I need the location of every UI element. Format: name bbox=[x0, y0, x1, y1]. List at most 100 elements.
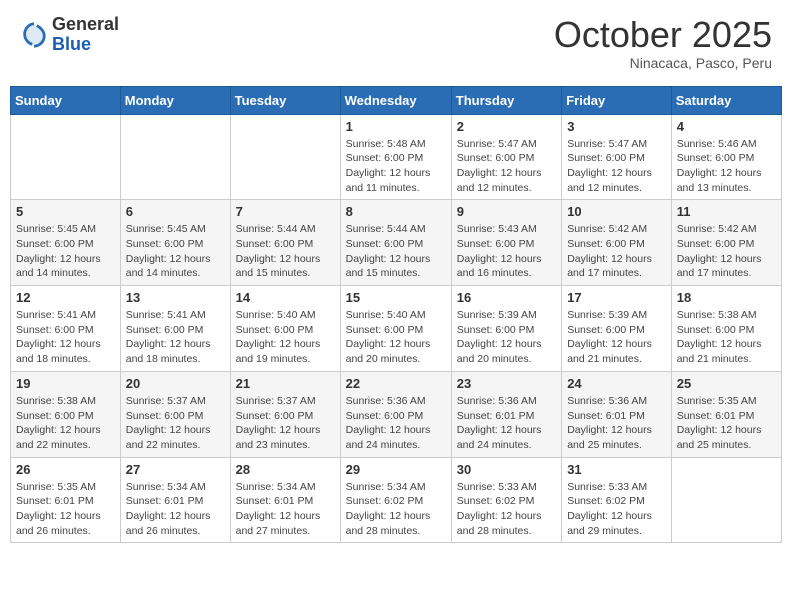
day-info: Sunrise: 5:34 AM Sunset: 6:01 PM Dayligh… bbox=[126, 480, 225, 539]
calendar-cell: 13 Sunrise: 5:41 AM Sunset: 6:00 PM Dayli… bbox=[120, 286, 230, 372]
day-number: 12 bbox=[16, 290, 115, 305]
weekday-header-tuesday: Tuesday bbox=[230, 86, 340, 114]
logo-blue-text: Blue bbox=[52, 35, 119, 55]
day-number: 21 bbox=[236, 376, 335, 391]
day-info: Sunrise: 5:34 AM Sunset: 6:01 PM Dayligh… bbox=[236, 480, 335, 539]
calendar-cell: 14 Sunrise: 5:40 AM Sunset: 6:00 PM Dayli… bbox=[230, 286, 340, 372]
calendar-cell bbox=[120, 114, 230, 200]
calendar-week-row: 19 Sunrise: 5:38 AM Sunset: 6:00 PM Dayli… bbox=[11, 371, 782, 457]
day-info: Sunrise: 5:40 AM Sunset: 6:00 PM Dayligh… bbox=[236, 308, 335, 367]
calendar-cell bbox=[671, 457, 781, 543]
calendar-cell: 18Sunrise: 5:38 AM Sunset: 6:00 PM Dayli… bbox=[671, 286, 781, 372]
calendar-cell: 27 Sunrise: 5:34 AM Sunset: 6:01 PM Dayli… bbox=[120, 457, 230, 543]
calendar-week-row: 5 Sunrise: 5:45 AM Sunset: 6:00 PM Daylig… bbox=[11, 200, 782, 286]
calendar-cell: 9 Sunrise: 5:43 AM Sunset: 6:00 PM Daylig… bbox=[451, 200, 561, 286]
day-number: 5 bbox=[16, 204, 115, 219]
day-number: 17 bbox=[567, 290, 666, 305]
logo: General Blue bbox=[20, 15, 119, 55]
day-info: Sunrise: 5:35 AM Sunset: 6:01 PM Dayligh… bbox=[677, 394, 776, 453]
calendar-table: SundayMondayTuesdayWednesdayThursdayFrid… bbox=[10, 86, 782, 544]
calendar-cell: 16Sunrise: 5:39 AM Sunset: 6:00 PM Dayli… bbox=[451, 286, 561, 372]
day-info: Sunrise: 5:36 AM Sunset: 6:01 PM Dayligh… bbox=[457, 394, 556, 453]
day-number: 15 bbox=[346, 290, 446, 305]
calendar-cell: 21 Sunrise: 5:37 AM Sunset: 6:00 PM Dayli… bbox=[230, 371, 340, 457]
day-number: 1 bbox=[346, 119, 446, 134]
calendar-cell: 25Sunrise: 5:35 AM Sunset: 6:01 PM Dayli… bbox=[671, 371, 781, 457]
day-number: 2 bbox=[457, 119, 556, 134]
day-number: 13 bbox=[126, 290, 225, 305]
day-number: 8 bbox=[346, 204, 446, 219]
day-info: Sunrise: 5:36 AM Sunset: 6:00 PM Dayligh… bbox=[346, 394, 446, 453]
calendar-cell: 29Sunrise: 5:34 AM Sunset: 6:02 PM Dayli… bbox=[340, 457, 451, 543]
day-number: 23 bbox=[457, 376, 556, 391]
day-number: 19 bbox=[16, 376, 115, 391]
day-number: 7 bbox=[236, 204, 335, 219]
day-info: Sunrise: 5:47 AM Sunset: 6:00 PM Dayligh… bbox=[457, 137, 556, 196]
calendar-cell: 31Sunrise: 5:33 AM Sunset: 6:02 PM Dayli… bbox=[562, 457, 672, 543]
day-number: 6 bbox=[126, 204, 225, 219]
calendar-cell: 6 Sunrise: 5:45 AM Sunset: 6:00 PM Daylig… bbox=[120, 200, 230, 286]
calendar-cell: 1 Sunrise: 5:48 AM Sunset: 6:00 PM Daylig… bbox=[340, 114, 451, 200]
calendar-cell: 4 Sunrise: 5:46 AM Sunset: 6:00 PM Daylig… bbox=[671, 114, 781, 200]
calendar-cell: 5Sunrise: 5:45 AM Sunset: 6:00 PM Daylig… bbox=[11, 200, 121, 286]
calendar-cell: 8 Sunrise: 5:44 AM Sunset: 6:00 PM Daylig… bbox=[340, 200, 451, 286]
calendar-cell: 20Sunrise: 5:37 AM Sunset: 6:00 PM Dayli… bbox=[120, 371, 230, 457]
logo-text: General Blue bbox=[52, 15, 119, 55]
calendar-cell: 28Sunrise: 5:34 AM Sunset: 6:01 PM Dayli… bbox=[230, 457, 340, 543]
calendar-cell: 19 Sunrise: 5:38 AM Sunset: 6:00 PM Dayli… bbox=[11, 371, 121, 457]
day-number: 20 bbox=[126, 376, 225, 391]
calendar-cell: 17 Sunrise: 5:39 AM Sunset: 6:00 PM Dayli… bbox=[562, 286, 672, 372]
day-info: Sunrise: 5:38 AM Sunset: 6:00 PM Dayligh… bbox=[16, 394, 115, 453]
calendar-cell: 11 Sunrise: 5:42 AM Sunset: 6:00 PM Dayli… bbox=[671, 200, 781, 286]
weekday-header-row: SundayMondayTuesdayWednesdayThursdayFrid… bbox=[11, 86, 782, 114]
day-number: 27 bbox=[126, 462, 225, 477]
day-number: 18 bbox=[677, 290, 776, 305]
day-info: Sunrise: 5:45 AM Sunset: 6:00 PM Dayligh… bbox=[126, 222, 225, 281]
day-number: 22 bbox=[346, 376, 446, 391]
day-info: Sunrise: 5:44 AM Sunset: 6:00 PM Dayligh… bbox=[346, 222, 446, 281]
location-subtitle: Ninacaca, Pasco, Peru bbox=[554, 55, 772, 71]
weekday-header-saturday: Saturday bbox=[671, 86, 781, 114]
day-number: 11 bbox=[677, 204, 776, 219]
day-number: 10 bbox=[567, 204, 666, 219]
day-info: Sunrise: 5:39 AM Sunset: 6:00 PM Dayligh… bbox=[567, 308, 666, 367]
weekday-header-monday: Monday bbox=[120, 86, 230, 114]
calendar-cell: 30Sunrise: 5:33 AM Sunset: 6:02 PM Dayli… bbox=[451, 457, 561, 543]
day-number: 31 bbox=[567, 462, 666, 477]
calendar-cell: 10 Sunrise: 5:42 AM Sunset: 6:00 PM Dayli… bbox=[562, 200, 672, 286]
day-info: Sunrise: 5:39 AM Sunset: 6:00 PM Dayligh… bbox=[457, 308, 556, 367]
day-info: Sunrise: 5:35 AM Sunset: 6:01 PM Dayligh… bbox=[16, 480, 115, 539]
day-info: Sunrise: 5:34 AM Sunset: 6:02 PM Dayligh… bbox=[346, 480, 446, 539]
day-number: 9 bbox=[457, 204, 556, 219]
day-info: Sunrise: 5:36 AM Sunset: 6:01 PM Dayligh… bbox=[567, 394, 666, 453]
calendar-cell: 15Sunrise: 5:40 AM Sunset: 6:00 PM Dayli… bbox=[340, 286, 451, 372]
calendar-cell: 7Sunrise: 5:44 AM Sunset: 6:00 PM Daylig… bbox=[230, 200, 340, 286]
logo-icon bbox=[20, 21, 48, 49]
calendar-cell: 3Sunrise: 5:47 AM Sunset: 6:00 PM Daylig… bbox=[562, 114, 672, 200]
weekday-header-wednesday: Wednesday bbox=[340, 86, 451, 114]
day-number: 14 bbox=[236, 290, 335, 305]
weekday-header-sunday: Sunday bbox=[11, 86, 121, 114]
day-number: 3 bbox=[567, 119, 666, 134]
day-info: Sunrise: 5:42 AM Sunset: 6:00 PM Dayligh… bbox=[567, 222, 666, 281]
calendar-cell: 2 Sunrise: 5:47 AM Sunset: 6:00 PM Daylig… bbox=[451, 114, 561, 200]
calendar-cell: 23 Sunrise: 5:36 AM Sunset: 6:01 PM Dayli… bbox=[451, 371, 561, 457]
weekday-header-thursday: Thursday bbox=[451, 86, 561, 114]
calendar-week-row: 1 Sunrise: 5:48 AM Sunset: 6:00 PM Daylig… bbox=[11, 114, 782, 200]
calendar-cell bbox=[230, 114, 340, 200]
title-block: October 2025 Ninacaca, Pasco, Peru bbox=[554, 15, 772, 71]
day-info: Sunrise: 5:37 AM Sunset: 6:00 PM Dayligh… bbox=[236, 394, 335, 453]
day-number: 26 bbox=[16, 462, 115, 477]
day-info: Sunrise: 5:43 AM Sunset: 6:00 PM Dayligh… bbox=[457, 222, 556, 281]
day-number: 30 bbox=[457, 462, 556, 477]
calendar-week-row: 26 Sunrise: 5:35 AM Sunset: 6:01 PM Dayli… bbox=[11, 457, 782, 543]
weekday-header-friday: Friday bbox=[562, 86, 672, 114]
day-info: Sunrise: 5:46 AM Sunset: 6:00 PM Dayligh… bbox=[677, 137, 776, 196]
day-info: Sunrise: 5:41 AM Sunset: 6:00 PM Dayligh… bbox=[16, 308, 115, 367]
day-info: Sunrise: 5:48 AM Sunset: 6:00 PM Dayligh… bbox=[346, 137, 446, 196]
calendar-cell: 22 Sunrise: 5:36 AM Sunset: 6:00 PM Dayli… bbox=[340, 371, 451, 457]
day-number: 4 bbox=[677, 119, 776, 134]
month-title: October 2025 bbox=[554, 15, 772, 55]
day-info: Sunrise: 5:41 AM Sunset: 6:00 PM Dayligh… bbox=[126, 308, 225, 367]
day-info: Sunrise: 5:42 AM Sunset: 6:00 PM Dayligh… bbox=[677, 222, 776, 281]
